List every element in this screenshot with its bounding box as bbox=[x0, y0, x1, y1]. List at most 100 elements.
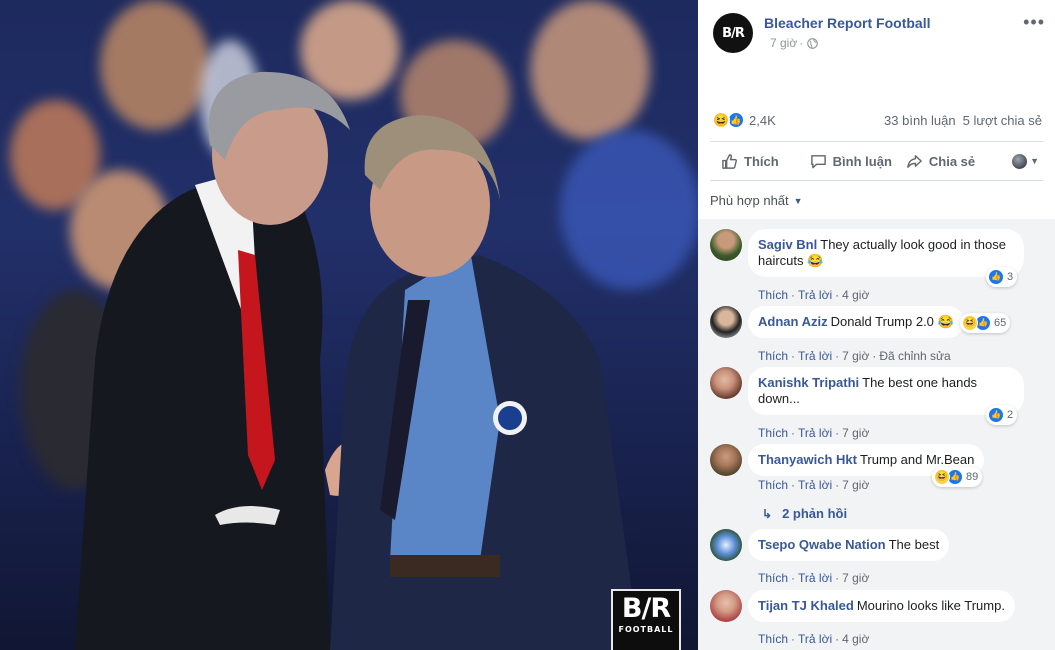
comment-like-link[interactable]: Thích bbox=[758, 426, 788, 440]
comment-meta: Thích · Trả lời · 7 giờ bbox=[758, 478, 870, 492]
like-reaction-icon: 👍 bbox=[988, 269, 1004, 285]
comment-count-link[interactable]: 33 bình luận bbox=[884, 113, 956, 128]
reactions-summary: 😆 👍 2,4K 33 bình luận 5 lượt chia sẻ bbox=[712, 108, 1042, 132]
share-count-link[interactable]: 5 lượt chia sẻ bbox=[963, 113, 1042, 128]
comment-like-link[interactable]: Thích bbox=[758, 478, 788, 492]
commenter-avatar[interactable] bbox=[710, 444, 742, 476]
thumbs-up-icon bbox=[722, 153, 737, 169]
right-man-belt bbox=[390, 555, 500, 577]
commenter-name[interactable]: Tsepo Qwabe Nation bbox=[758, 537, 886, 552]
comment-reaction-count: 2 bbox=[1007, 409, 1014, 421]
comment-reply-link[interactable]: Trả lời bbox=[798, 349, 832, 363]
commenter-avatar[interactable] bbox=[710, 306, 742, 338]
comments-list: Sagiv Bnl They actually look good in thos… bbox=[698, 219, 1055, 650]
comment-bubble: Tijan TJ Khaled Mourino looks like Trump. bbox=[748, 590, 1015, 622]
comment-bubble: Kanishk Tripathi The best one hands down.… bbox=[748, 367, 1024, 415]
comment-sort-dropdown[interactable]: Phù hợp nhất ▼ bbox=[710, 193, 803, 208]
like-reaction-icon: 👍 bbox=[988, 407, 1004, 423]
comment-reactions[interactable]: 😆 👍 65 bbox=[960, 313, 1011, 333]
like-button-label: Thích bbox=[744, 153, 779, 169]
br-logo-mark: B/R bbox=[621, 593, 671, 624]
comment-like-link[interactable]: Thích bbox=[758, 632, 788, 646]
comment-time[interactable]: 4 giờ bbox=[842, 288, 869, 302]
comment-text: Trump and Mr.Bean bbox=[859, 452, 975, 467]
replies-count-label: 2 phản hồi bbox=[782, 506, 848, 521]
post-photo[interactable]: B/R FOOTBALL bbox=[0, 0, 698, 650]
comment-meta: Thích · Trả lời · 7 giờ bbox=[758, 426, 870, 440]
comment-time[interactable]: 7 giờ bbox=[842, 478, 869, 492]
post-panel: B/R Bleacher Report Football 7 giờ · •••… bbox=[698, 0, 1055, 650]
reaction-count[interactable]: 2,4K bbox=[749, 113, 776, 128]
commenter-name[interactable]: Tijan TJ Khaled bbox=[758, 598, 854, 613]
more-options-icon[interactable]: ••• bbox=[1023, 13, 1045, 31]
comment-reply-link[interactable]: Trả lời bbox=[798, 478, 832, 492]
comment-edited-label[interactable]: Đã chỉnh sửa bbox=[879, 349, 950, 363]
comment-reactions[interactable]: 😆 👍 89 bbox=[932, 467, 983, 487]
commenter-avatar[interactable] bbox=[710, 229, 742, 261]
chelsea-badge-inner bbox=[498, 406, 522, 430]
commenter-avatar[interactable] bbox=[710, 590, 742, 622]
user-avatar bbox=[1012, 153, 1028, 169]
commenter-avatar[interactable] bbox=[710, 529, 742, 561]
comment-time[interactable]: 7 giờ bbox=[842, 571, 869, 585]
post-action-bar: Thích Bình luận Chia sẻ ▼ bbox=[710, 141, 1043, 181]
comment-text: The best bbox=[888, 537, 940, 552]
share-arrow-icon bbox=[907, 154, 922, 168]
comment-bubble: Sagiv Bnl They actually look good in thos… bbox=[748, 229, 1024, 277]
commenter-name[interactable]: Sagiv Bnl bbox=[758, 237, 817, 252]
comment-meta: Thích · Trả lời · 4 giờ bbox=[758, 632, 870, 646]
comment-like-link[interactable]: Thích bbox=[758, 288, 788, 302]
page-name-link[interactable]: Bleacher Report Football bbox=[764, 15, 930, 31]
comment-reaction-count: 3 bbox=[1007, 271, 1014, 283]
like-button[interactable]: Thích bbox=[721, 153, 779, 170]
commenter-name[interactable]: Adnan Aziz bbox=[758, 314, 828, 329]
comment-text: Donald Trump 2.0 😂 bbox=[830, 314, 954, 329]
caret-down-icon: ▼ bbox=[793, 195, 803, 206]
page-avatar[interactable]: B/R bbox=[713, 13, 753, 53]
comment-reactions[interactable]: 👍 3 bbox=[986, 267, 1018, 287]
comment-time[interactable]: 4 giờ bbox=[842, 632, 869, 646]
comment-bubble: Tsepo Qwabe Nation The best bbox=[748, 529, 950, 561]
post-time-text: 7 giờ bbox=[770, 36, 798, 50]
haha-reaction-icon: 😆 bbox=[712, 111, 730, 129]
haha-reaction-icon: 😆 bbox=[962, 315, 978, 331]
comment-reply-link[interactable]: Trả lời bbox=[798, 426, 832, 440]
comment-reply-link[interactable]: Trả lời bbox=[798, 571, 832, 585]
comment-text: Mourino looks like Trump. bbox=[856, 598, 1005, 613]
br-football-logo: B/R FOOTBALL bbox=[611, 589, 681, 650]
comment-bubble: Adnan Aziz Donald Trump 2.0 😂 bbox=[748, 306, 964, 338]
photo-scene bbox=[75, 71, 640, 650]
comment-time[interactable]: 7 giờ bbox=[842, 426, 869, 440]
comment-reaction-count: 65 bbox=[994, 317, 1007, 329]
commenter-name[interactable]: Thanyawich Hkt bbox=[758, 452, 857, 467]
comment-like-link[interactable]: Thích bbox=[758, 349, 788, 363]
caret-down-icon: ▼ bbox=[1030, 156, 1039, 166]
post-timestamp[interactable]: 7 giờ · bbox=[770, 36, 819, 50]
commenter-name[interactable]: Kanishk Tripathi bbox=[758, 375, 859, 390]
comment-button-label: Bình luận bbox=[832, 153, 892, 169]
comment-reply-link[interactable]: Trả lời bbox=[798, 632, 832, 646]
comment-reactions[interactable]: 👍 2 bbox=[986, 405, 1018, 425]
comment-reply-link[interactable]: Trả lời bbox=[798, 288, 832, 302]
post-header: B/R Bleacher Report Football 7 giờ · ••• bbox=[712, 13, 1047, 53]
haha-reaction-icon: 😆 bbox=[934, 469, 950, 485]
comment-button[interactable]: Bình luận bbox=[810, 153, 892, 170]
br-logo-football: FOOTBALL bbox=[618, 625, 674, 634]
share-button[interactable]: Chia sẻ bbox=[906, 153, 975, 170]
comment-like-link[interactable]: Thích bbox=[758, 571, 788, 585]
comment-meta: Thích · Trả lời · 7 giờ bbox=[758, 571, 870, 585]
comment-bubble-icon bbox=[810, 154, 826, 168]
comment-time[interactable]: 7 giờ bbox=[842, 349, 869, 363]
comment-meta: Thích · Trả lời · 7 giờ · Đã chỉnh sửa bbox=[758, 349, 951, 363]
sort-label: Phù hợp nhất bbox=[710, 193, 789, 208]
reaction-icons[interactable]: 😆 👍 bbox=[712, 111, 745, 129]
view-replies-link[interactable]: ↳ 2 phản hồi bbox=[762, 506, 847, 521]
comment-reaction-count: 89 bbox=[966, 471, 979, 483]
reply-arrow-icon: ↳ bbox=[762, 506, 773, 521]
comment-as-selector[interactable]: ▼ bbox=[1012, 153, 1039, 169]
left-man-suit bbox=[75, 175, 330, 650]
comment-meta: Thích · Trả lời · 4 giờ bbox=[758, 288, 870, 302]
globe-icon bbox=[807, 37, 819, 49]
commenter-avatar[interactable] bbox=[710, 367, 742, 399]
share-button-label: Chia sẻ bbox=[928, 153, 976, 169]
